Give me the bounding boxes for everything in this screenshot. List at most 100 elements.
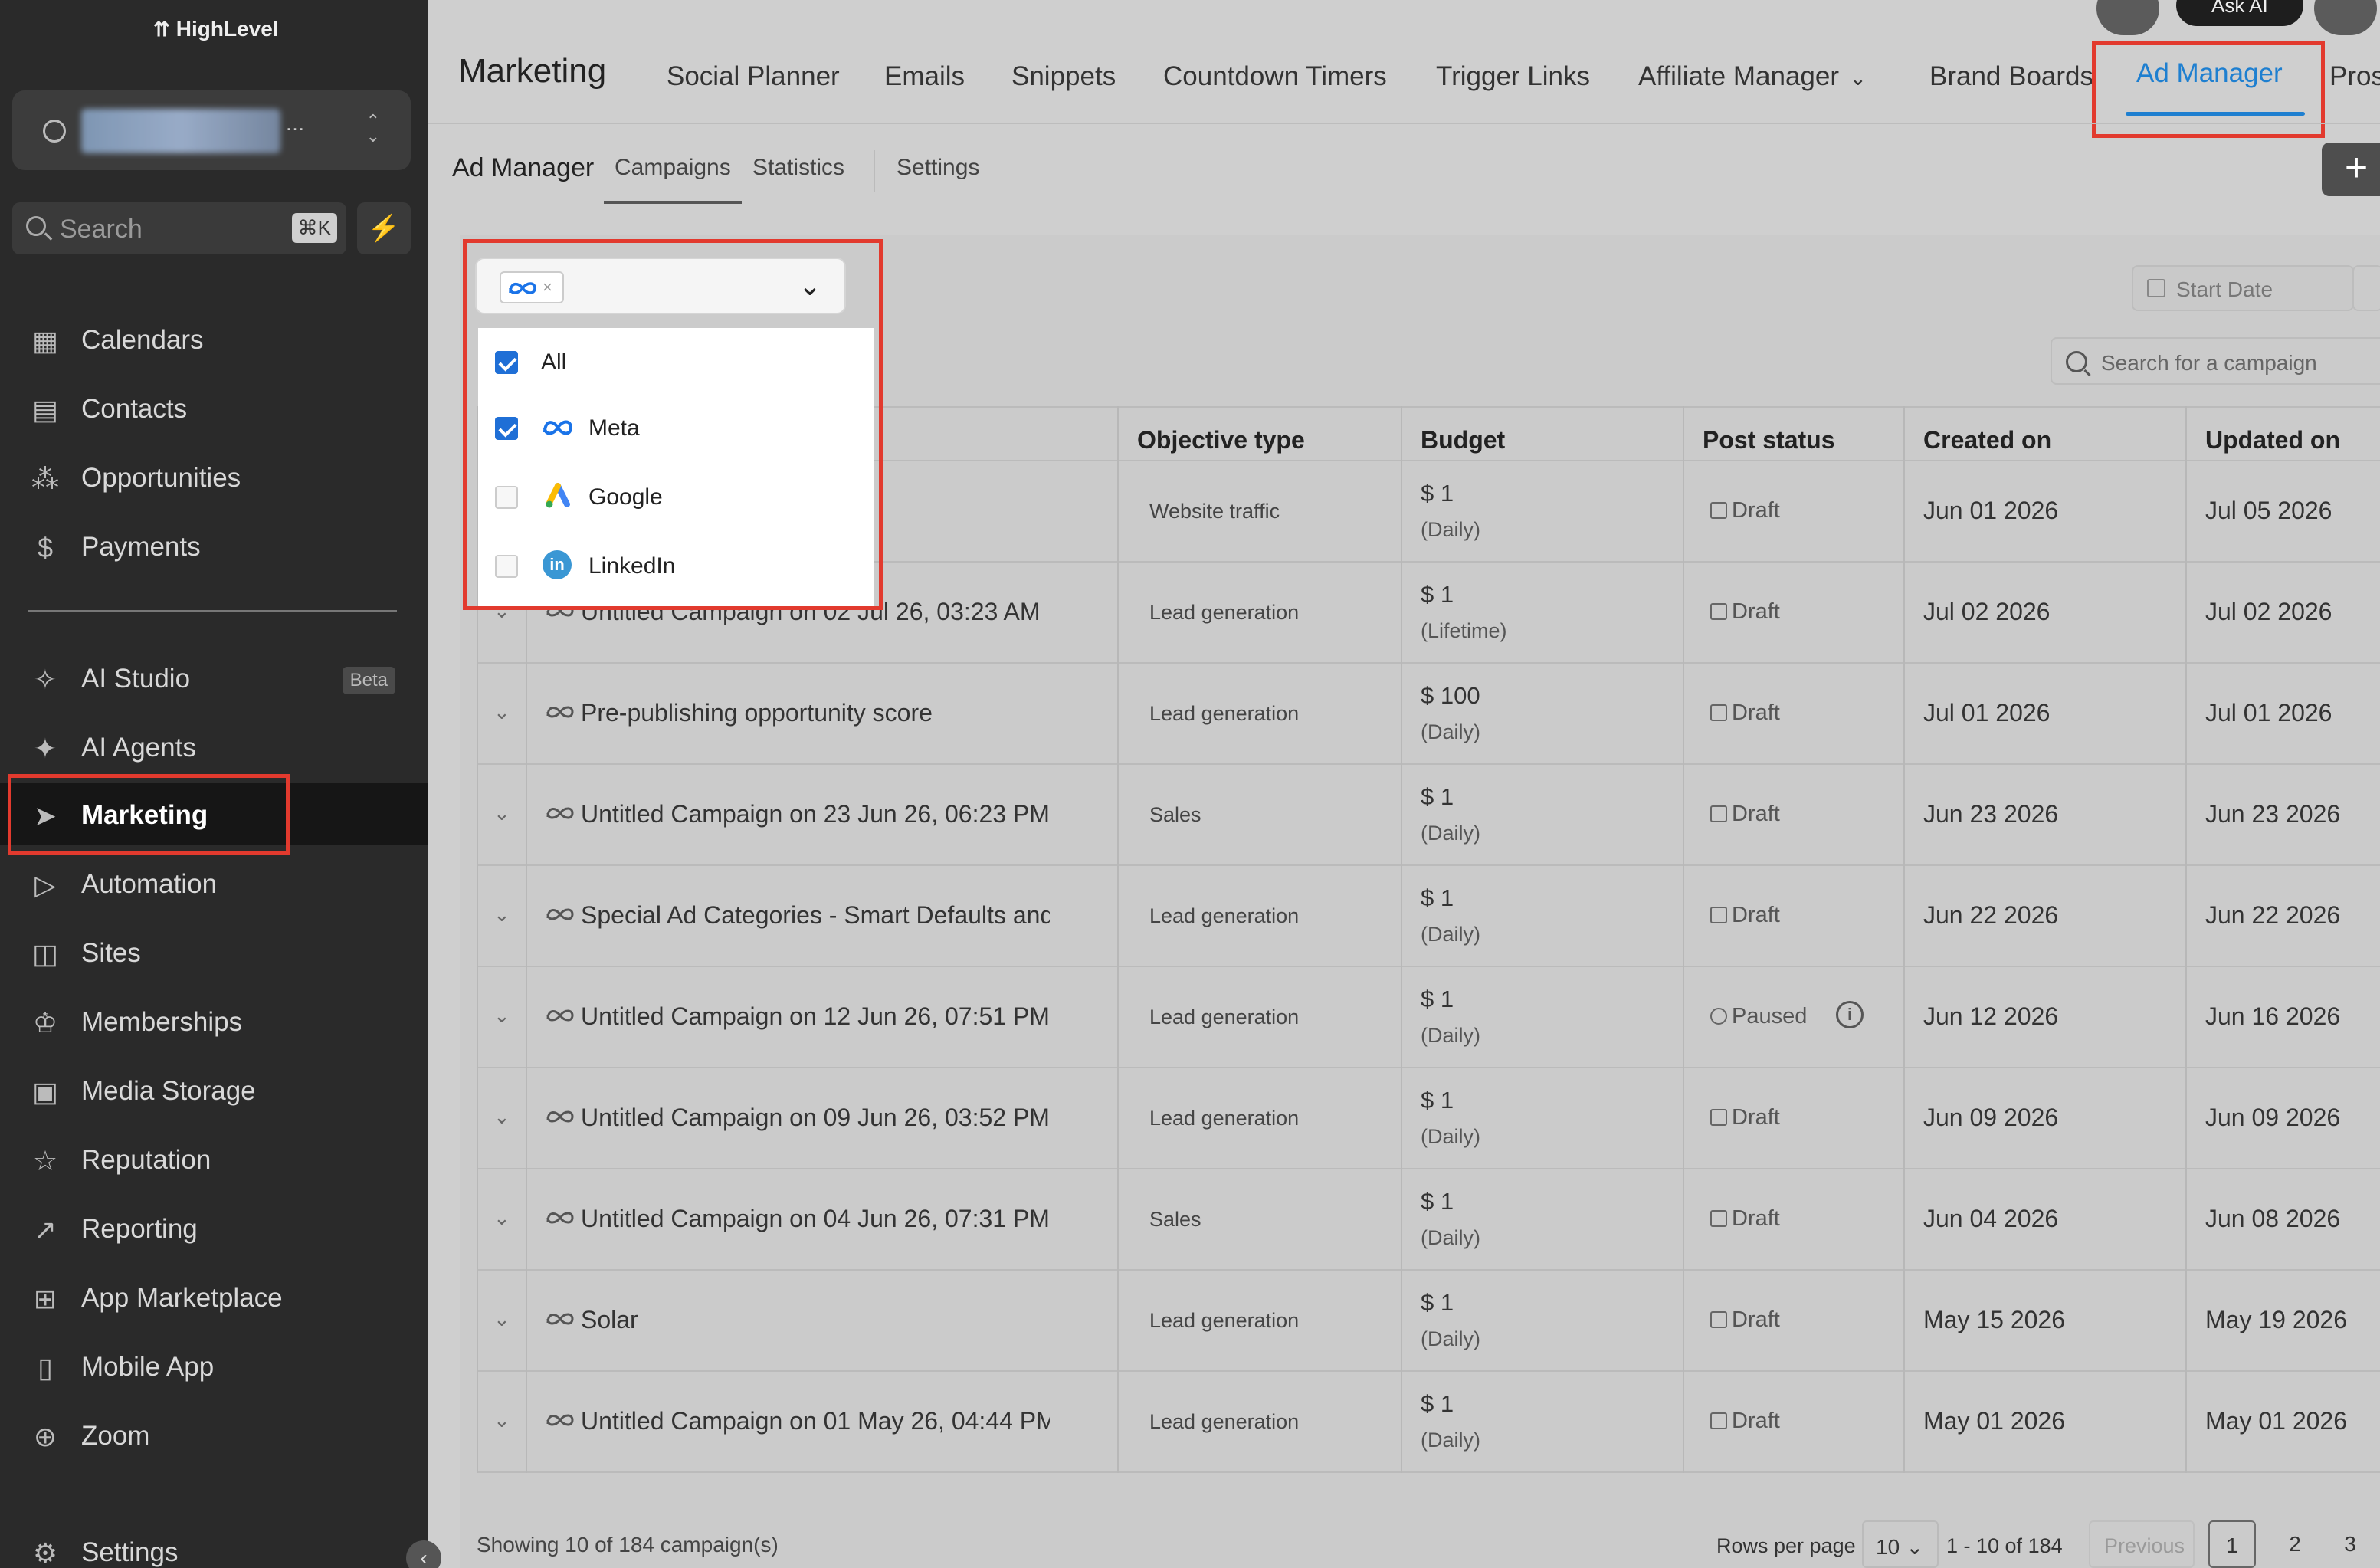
campaign-name[interactable]: Untitled Campaign on 01 May 26, 04:44 PM <box>581 1407 1050 1435</box>
expand-row-icon[interactable]: ⌄ <box>493 700 510 724</box>
subtab-settings[interactable]: Settings <box>897 155 979 181</box>
showing-count: Showing 10 of 184 campaign(s) <box>477 1533 779 1557</box>
subtab-statistics[interactable]: Statistics <box>752 155 844 181</box>
table-row[interactable]: ⌄ Untitled Campaign on 01 May 26, 04:44 P… <box>477 1372 2380 1473</box>
campaign-name[interactable]: Untitled Campaign on 23 Jun 26, 06:23 PM <box>581 800 1050 828</box>
updated-date: Jun 09 2026 <box>2205 1104 2341 1131</box>
tab-trigger-links[interactable]: Trigger Links <box>1436 61 1590 92</box>
tab-snippets[interactable]: Snippets <box>1011 61 1116 92</box>
expand-row-icon[interactable]: ⌄ <box>493 1206 510 1230</box>
sidebar-item-media-storage[interactable]: ▣ Media Storage <box>0 1059 428 1120</box>
campaign-name[interactable]: Untitled Campaign on 09 Jun 26, 03:52 PM <box>581 1104 1050 1132</box>
sidebar-item-reputation[interactable]: ☆ Reputation <box>0 1128 428 1189</box>
tab-affiliate-manager[interactable]: Affiliate Manager ⌄ <box>1638 61 1867 92</box>
collapse-sidebar-button[interactable]: ‹ <box>406 1540 441 1568</box>
campaign-name[interactable]: Solar <box>581 1306 1050 1334</box>
page-3-button[interactable]: 3 <box>2326 1520 2374 1568</box>
column-objective-type[interactable]: Objective type <box>1137 426 1305 454</box>
search-placeholder: Search <box>60 215 143 244</box>
column-post-status[interactable]: Post status <box>1703 426 1834 454</box>
sidebar-item-zoom[interactable]: ⊕ Zoom <box>0 1404 428 1465</box>
tab-pros[interactable]: Pros <box>2329 61 2380 92</box>
expand-row-icon[interactable]: ⌄ <box>493 1004 510 1028</box>
objective-type: Lead generation <box>1149 601 1300 624</box>
campaign-search-input[interactable]: Search for a campaign <box>2051 337 2380 385</box>
sidebar-item-app-marketplace[interactable]: ⊞ App Marketplace <box>0 1266 428 1327</box>
updated-date: Jun 08 2026 <box>2205 1205 2341 1232</box>
column-created-on[interactable]: Created on <box>1923 426 2051 454</box>
chevron-down-icon: ⌄ <box>1905 1535 1924 1559</box>
memberships-icon: ♔ <box>32 1007 58 1038</box>
sidebar-search[interactable]: Search ⌘K <box>12 202 346 254</box>
create-campaign-button[interactable]: + <box>2322 143 2380 196</box>
sidebar-item-ai-agents[interactable]: ✦ AI Agents <box>0 716 428 777</box>
meta-icon <box>546 1212 574 1224</box>
sidebar-item-label: Sites <box>81 938 141 968</box>
end-date-picker[interactable] <box>2352 265 2380 311</box>
sidebar-item-label: AI Studio <box>81 664 191 694</box>
expand-row-icon[interactable]: ⌄ <box>493 903 510 927</box>
table-row[interactable]: ⌄ Special Ad Categories - Smart Defaults … <box>477 866 2380 967</box>
created-date: May 15 2026 <box>1923 1306 2066 1333</box>
sidebar-item-reporting[interactable]: ↗ Reporting <box>0 1197 428 1258</box>
created-date: Jun 12 2026 <box>1923 1002 2059 1030</box>
table-row[interactable]: ⌄ Untitled Campaign on 23 Jun 26, 06:23 P… <box>477 765 2380 866</box>
sidebar-item-opportunities[interactable]: ⁂ Opportunities <box>0 446 428 507</box>
sidebar-item-automation[interactable]: ▷ Automation <box>0 852 428 914</box>
info-icon[interactable]: i <box>1836 1001 1864 1028</box>
campaign-name[interactable]: Untitled Campaign on 12 Jun 26, 07:51 PM <box>581 1002 1050 1031</box>
budget-amount: $ 1 <box>1421 480 1454 507</box>
budget-type: (Daily) <box>1421 923 1480 946</box>
ask-ai-button[interactable]: Ask AI <box>2176 0 2303 26</box>
sidebar-item-mobile-app[interactable]: ▯ Mobile App <box>0 1335 428 1396</box>
table-row[interactable]: ⌄ Pre-publishing opportunity score Lead ge… <box>477 664 2380 765</box>
phone-button[interactable] <box>2096 0 2159 35</box>
app-logo[interactable]: ⇈ HighLevel <box>153 17 279 41</box>
table-row[interactable]: ⌄ Untitled Campaign on 09 Jun 26, 03:52 P… <box>477 1068 2380 1169</box>
post-status: Draft <box>1710 700 1780 726</box>
sidebar-item-calendars[interactable]: ▦ Calendars <box>0 308 428 369</box>
updated-date: Jun 23 2026 <box>2205 800 2341 828</box>
table-row[interactable]: ⌄ Untitled Campaign on 12 Jun 26, 07:51 P… <box>477 967 2380 1068</box>
campaign-name[interactable]: Untitled Campaign on 04 Jun 26, 07:31 PM <box>581 1205 1050 1233</box>
tab-emails[interactable]: Emails <box>884 61 965 92</box>
header-divider <box>428 123 2380 124</box>
expand-row-icon[interactable]: ⌄ <box>493 1105 510 1129</box>
objective-type: Sales <box>1149 803 1201 826</box>
table-row[interactable]: ⌄ Untitled Campaign on 04 Jun 26, 07:31 P… <box>477 1169 2380 1271</box>
table-row[interactable]: ⌄ Solar Lead generation $ 1 (Daily) Draft May … <box>477 1271 2380 1372</box>
start-date-picker[interactable]: Start Date <box>2132 265 2354 311</box>
page-1-button[interactable]: 1 <box>2208 1520 2256 1568</box>
sidebar-item-sites[interactable]: ◫ Sites <box>0 921 428 982</box>
announcements-button[interactable] <box>2314 0 2377 35</box>
column-divider <box>1117 406 1119 1473</box>
sidebar-item-label: Contacts <box>81 394 188 424</box>
sidebar-item-payments[interactable]: $ Payments <box>0 515 428 576</box>
account-switcher[interactable]: … ⌃ ⌄ <box>12 90 411 170</box>
campaign-name[interactable]: Special Ad Categories - Smart Defaults a… <box>581 901 1050 930</box>
tab-brand-boards[interactable]: Brand Boards <box>1929 61 2093 92</box>
search-icon <box>26 216 46 236</box>
page-2-button[interactable]: 2 <box>2271 1520 2319 1568</box>
sidebar-item-contacts[interactable]: ▤ Contacts <box>0 377 428 438</box>
expand-row-icon[interactable]: ⌄ <box>493 1307 510 1331</box>
status-label: Draft <box>1732 700 1780 725</box>
sidebar-item-settings[interactable]: ⚙ Settings <box>0 1520 428 1568</box>
sidebar-item-ai-studio[interactable]: ✧ AI Studio Beta <box>0 647 428 708</box>
campaign-name[interactable]: Pre-publishing opportunity score <box>581 699 1050 727</box>
highlevel-logo-icon: ⇈ <box>153 17 170 41</box>
expand-row-icon[interactable]: ⌄ <box>493 1409 510 1432</box>
sidebar-item-memberships[interactable]: ♔ Memberships <box>0 990 428 1051</box>
subtab-campaigns[interactable]: Campaigns <box>615 155 731 181</box>
subnav-separator <box>874 150 875 192</box>
previous-button[interactable]: Previous <box>2089 1520 2195 1568</box>
expand-row-icon[interactable]: ⌄ <box>493 802 510 825</box>
column-budget[interactable]: Budget <box>1421 426 1505 454</box>
tab-countdown-timers[interactable]: Countdown Timers <box>1163 61 1387 92</box>
status-label: Draft <box>1732 1409 1780 1433</box>
quick-actions-button[interactable]: ⚡ <box>357 202 411 254</box>
column-updated-on[interactable]: Updated on <box>2205 426 2340 454</box>
rows-per-page-select[interactable]: 10 ⌄ <box>1862 1520 1939 1568</box>
account-name-redacted <box>81 109 280 153</box>
tab-social-planner[interactable]: Social Planner <box>667 61 840 92</box>
